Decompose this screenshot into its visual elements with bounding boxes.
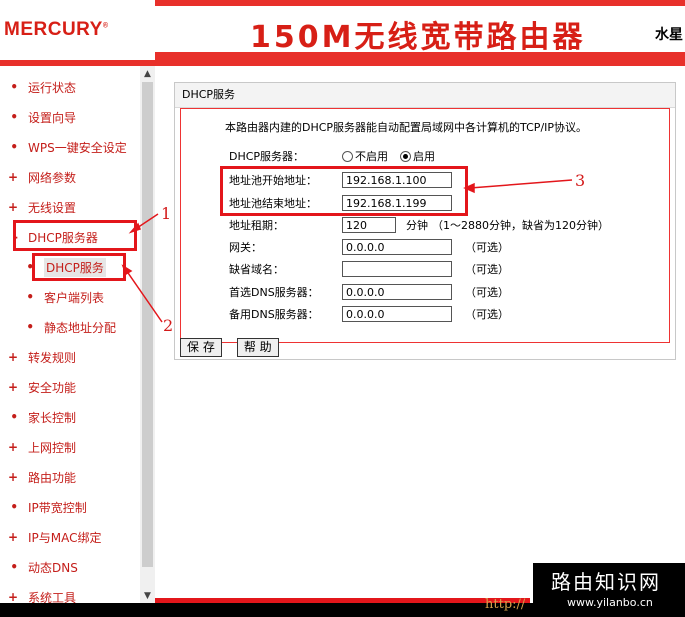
- arrow-2-icon: [125, 269, 163, 323]
- arrow-1-head-icon: [128, 222, 141, 234]
- annotation-arrows: [121, 179, 573, 323]
- footer-red-line: [155, 598, 530, 603]
- watermark: 路由知识网 www.yilanbo.cn: [533, 563, 685, 617]
- arrow-3-icon: [469, 179, 573, 189]
- watermark-http: http://: [485, 597, 526, 612]
- watermark-url: www.yilanbo.cn: [567, 596, 653, 609]
- arrow-3-head-icon: [463, 182, 475, 194]
- arrow-2-head-icon: [121, 264, 133, 276]
- watermark-title: 路由知识网: [551, 570, 661, 594]
